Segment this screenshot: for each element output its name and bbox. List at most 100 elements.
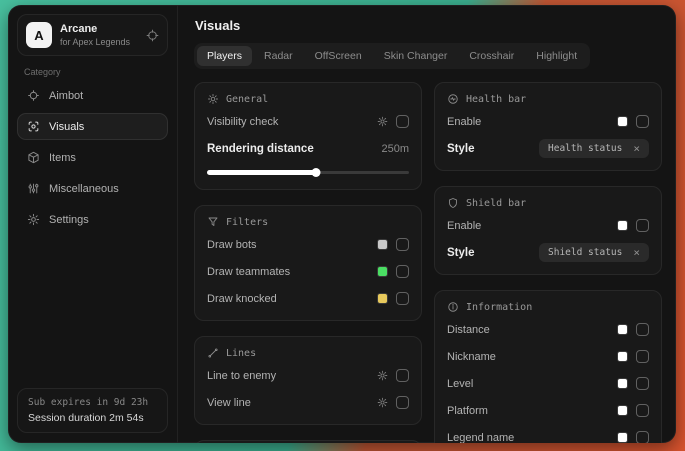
close-icon[interactable]: × (633, 143, 640, 154)
sub-expiry: Sub expires in 9d 23h (28, 397, 157, 408)
rendering-distance-slider[interactable] (207, 167, 409, 178)
tab-crosshair[interactable]: Crosshair (459, 46, 524, 66)
target-icon[interactable] (146, 29, 159, 42)
draw-bots-checkbox[interactable] (396, 238, 409, 251)
slider-thumb[interactable] (312, 168, 321, 177)
sidebar-item-items[interactable]: Items (17, 144, 168, 171)
tab-highlight[interactable]: Highlight (526, 46, 587, 66)
card-shield-bar: Shield bar Enable Style Shield status (434, 186, 662, 275)
health-style-label: Style (447, 143, 475, 155)
app-logo: A (26, 22, 52, 48)
view-line-checkbox[interactable] (396, 396, 409, 409)
tab-radar[interactable]: Radar (254, 46, 303, 66)
category-label: Category (24, 67, 168, 77)
setting-row: Style Health status × (447, 138, 649, 159)
color-swatch[interactable] (617, 220, 628, 231)
draw-bots-label: Draw bots (207, 239, 257, 251)
color-swatch[interactable] (617, 378, 628, 389)
sliders-icon (27, 182, 40, 195)
color-swatch[interactable] (377, 266, 388, 277)
visibility-check-checkbox[interactable] (396, 115, 409, 128)
cube-icon (27, 151, 40, 164)
tab-bar: Players Radar OffScreen Skin Changer Cro… (194, 43, 590, 69)
shield-enable-label: Enable (447, 220, 481, 232)
sidebar-nav: Aimbot Visuals Items Miscellaneous (17, 82, 168, 237)
nickname-checkbox[interactable] (636, 350, 649, 363)
distance-checkbox[interactable] (636, 323, 649, 336)
brand-text: Arcane for Apex Legends (60, 23, 130, 47)
gear-icon[interactable] (377, 370, 388, 381)
health-enable-checkbox[interactable] (636, 115, 649, 128)
tab-offscreen[interactable]: OffScreen (305, 46, 372, 66)
sidebar-item-visuals[interactable]: Visuals (17, 113, 168, 140)
sidebar: A Arcane for Apex Legends Category Aimbo… (8, 5, 178, 443)
sidebar-item-aimbot[interactable]: Aimbot (17, 82, 168, 109)
sidebar-item-settings[interactable]: Settings (17, 206, 168, 233)
legend-name-checkbox[interactable] (636, 431, 649, 443)
tab-players[interactable]: Players (197, 46, 252, 66)
sun-icon (207, 93, 219, 105)
color-swatch[interactable] (377, 293, 388, 304)
card-health-bar: Health bar Enable Style Health status (434, 82, 662, 171)
app-window: A Arcane for Apex Legends Category Aimbo… (8, 5, 676, 443)
gear-icon[interactable] (377, 116, 388, 127)
app-brand: A Arcane for Apex Legends (17, 14, 168, 56)
shield-style-select[interactable]: Shield status × (539, 243, 649, 262)
funnel-icon (207, 216, 219, 228)
color-swatch[interactable] (617, 324, 628, 335)
setting-row: Draw teammates (207, 261, 409, 282)
app-subtitle: for Apex Legends (60, 37, 130, 47)
draw-teammates-checkbox[interactable] (396, 265, 409, 278)
rendering-distance-label: Rendering distance (207, 143, 314, 155)
setting-row: Legend name (447, 427, 649, 443)
level-label: Level (447, 378, 473, 390)
right-column: Health bar Enable Style Health status (434, 82, 662, 443)
card-filters: Filters Draw bots Draw teammates (194, 205, 422, 321)
rendering-distance-value: 250m (381, 143, 409, 155)
sidebar-item-miscellaneous[interactable]: Miscellaneous (17, 175, 168, 202)
info-icon (447, 301, 459, 313)
visibility-check-label: Visibility check (207, 116, 278, 128)
card-title: Shield bar (466, 198, 526, 209)
setting-row: Enable (447, 215, 649, 236)
card-box: Box Enable Enable background (194, 440, 422, 443)
color-swatch[interactable] (617, 351, 628, 362)
setting-row: Draw knocked (207, 288, 409, 309)
draw-teammates-label: Draw teammates (207, 266, 290, 278)
sidebar-item-label: Aimbot (49, 90, 83, 102)
card-information: Information Distance Nickname (434, 290, 662, 443)
crosshair-icon (27, 89, 40, 102)
close-icon[interactable]: × (633, 247, 640, 258)
sidebar-item-label: Settings (49, 214, 89, 226)
sidebar-item-label: Visuals (49, 121, 84, 133)
tab-skin-changer[interactable]: Skin Changer (374, 46, 458, 66)
nickname-label: Nickname (447, 351, 496, 363)
platform-checkbox[interactable] (636, 404, 649, 417)
card-general: General Visibility check Rendering dista… (194, 82, 422, 190)
setting-row: Visibility check (207, 111, 409, 132)
level-checkbox[interactable] (636, 377, 649, 390)
card-header: General (207, 93, 409, 105)
draw-knocked-checkbox[interactable] (396, 292, 409, 305)
color-swatch[interactable] (617, 405, 628, 416)
card-header: Health bar (447, 93, 649, 105)
color-swatch[interactable] (377, 239, 388, 250)
color-swatch[interactable] (617, 116, 628, 127)
setting-row: Draw bots (207, 234, 409, 255)
slider-fill (207, 170, 316, 175)
card-title: Health bar (466, 94, 526, 105)
card-title: Information (466, 302, 532, 313)
setting-row: Distance (447, 319, 649, 340)
line-to-enemy-checkbox[interactable] (396, 369, 409, 382)
color-swatch[interactable] (617, 432, 628, 443)
health-icon (447, 93, 459, 105)
shield-enable-checkbox[interactable] (636, 219, 649, 232)
health-enable-label: Enable (447, 116, 481, 128)
draw-knocked-label: Draw knocked (207, 293, 277, 305)
shield-icon (447, 197, 459, 209)
card-title: Filters (226, 217, 268, 228)
scan-icon (27, 120, 40, 133)
gear-icon[interactable] (377, 397, 388, 408)
line-to-enemy-label: Line to enemy (207, 370, 276, 382)
health-style-select[interactable]: Health status × (539, 139, 649, 158)
